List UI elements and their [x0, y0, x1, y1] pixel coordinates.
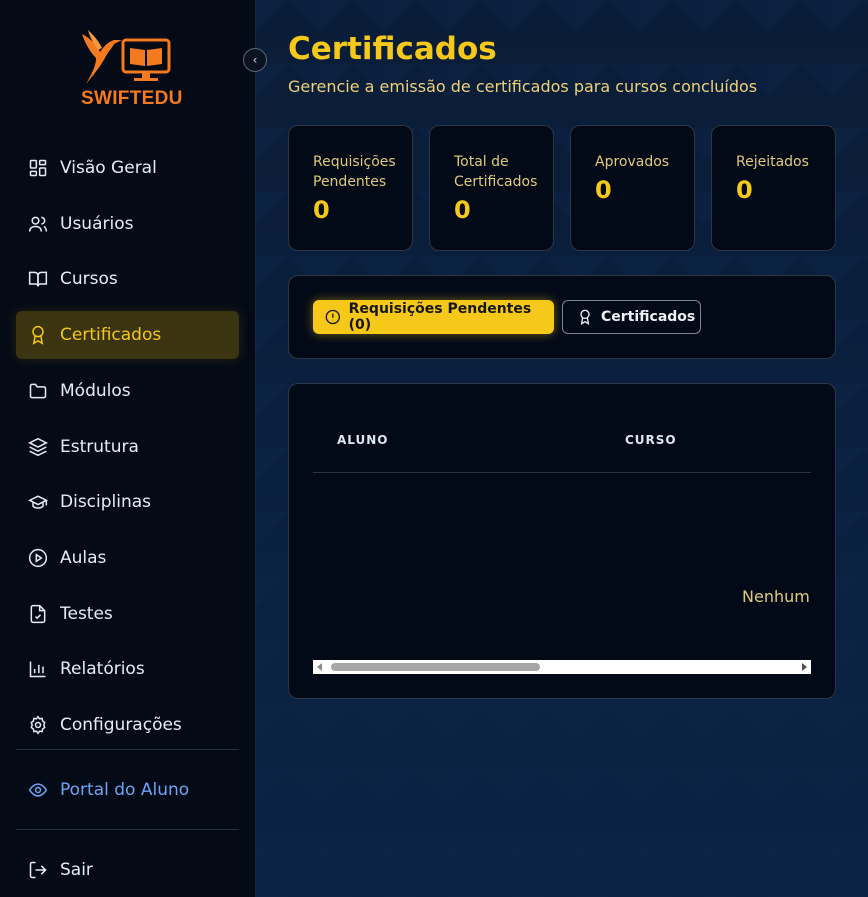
- sidebar-item-configuracoes[interactable]: Configurações: [16, 701, 239, 749]
- stat-card-total: Total de Certificados 0: [429, 125, 554, 251]
- stat-card-rejected: Rejeitados 0: [711, 125, 836, 251]
- page-title: Certificados: [288, 31, 497, 67]
- sidebar-item-disciplinas[interactable]: Disciplinas: [16, 478, 239, 526]
- stat-card-approved: Aprovados 0: [570, 125, 695, 251]
- stat-label: Aprovados: [595, 154, 670, 170]
- play-circle-icon: [28, 548, 48, 568]
- sidebar-item-label: Aulas: [60, 548, 107, 568]
- graduation-cap-icon: [28, 495, 48, 509]
- main-content: Certificados Gerencie a emissão de certi…: [256, 0, 868, 897]
- brand-name: SWIFTEDU: [81, 88, 183, 109]
- scroll-right-arrow-icon[interactable]: [802, 663, 807, 671]
- requests-table: ALUNO CURSO Nenhum: [288, 383, 836, 699]
- tab-pending-requests[interactable]: Requisições Pendentes (0): [313, 300, 554, 334]
- tab-certificates[interactable]: Certificados: [562, 300, 701, 334]
- book-open-icon: [28, 271, 48, 287]
- bar-chart-icon: [29, 661, 46, 678]
- eye-icon: [28, 783, 48, 797]
- sidebar-item-relatorios[interactable]: Relatórios: [16, 645, 239, 693]
- empty-state-text: Nenhum: [742, 587, 810, 606]
- sidebar-item-cursos[interactable]: Cursos: [16, 255, 239, 303]
- sidebar-divider: [16, 829, 239, 830]
- brand-logo[interactable]: SWIFTEDU: [78, 28, 182, 112]
- sidebar-item-label: Estrutura: [60, 437, 139, 457]
- tab-label: Certificados: [601, 309, 696, 325]
- logout-button[interactable]: Sair: [16, 846, 239, 894]
- scrollbar-thumb[interactable]: [331, 663, 540, 671]
- stat-card-pending: Requisições Pendentes 0: [288, 125, 413, 251]
- sidebar: SWIFTEDU Visão Geral Usuários Cursos Cer…: [0, 0, 256, 897]
- sidebar-item-label: Relatórios: [60, 659, 145, 679]
- alert-circle-icon: [325, 309, 341, 325]
- sidebar-item-label: Visão Geral: [60, 158, 157, 178]
- sidebar-item-label: Cursos: [60, 269, 118, 289]
- sidebar-item-usuarios[interactable]: Usuários: [16, 200, 239, 248]
- sidebar-item-testes[interactable]: Testes: [16, 590, 239, 638]
- sidebar-divider: [16, 749, 239, 750]
- sidebar-item-label: Configurações: [60, 715, 182, 735]
- stat-value: 0: [454, 196, 471, 224]
- horizontal-scrollbar[interactable]: [313, 660, 811, 674]
- portal-do-aluno-link[interactable]: Portal do Aluno: [16, 766, 239, 814]
- stat-value: 0: [313, 196, 330, 224]
- layers-icon: [28, 437, 48, 457]
- stat-label: Requisições Pendentes: [313, 154, 396, 190]
- gear-icon: [30, 715, 46, 735]
- grid-icon: [29, 159, 47, 177]
- table-header-divider: [313, 472, 811, 473]
- sidebar-item-label: Módulos: [60, 381, 131, 401]
- sidebar-item-label: Certificados: [60, 325, 162, 345]
- logout-icon: [29, 861, 47, 879]
- stat-value: 0: [736, 176, 753, 204]
- sidebar-collapse-button[interactable]: ‹: [243, 48, 267, 72]
- sidebar-item-label: Disciplinas: [60, 492, 152, 512]
- sidebar-item-label: Testes: [60, 604, 113, 624]
- tabs-card: Requisições Pendentes (0) Certificados: [288, 275, 836, 359]
- scroll-left-arrow-icon[interactable]: [317, 663, 322, 671]
- portal-label: Portal do Aluno: [60, 780, 190, 800]
- users-icon: [28, 216, 48, 232]
- sidebar-item-label: Usuários: [60, 214, 134, 234]
- folder-icon: [29, 383, 47, 399]
- column-header-curso[interactable]: CURSO: [625, 433, 677, 447]
- award-icon: [32, 325, 44, 345]
- sidebar-item-estrutura[interactable]: Estrutura: [16, 423, 239, 471]
- award-icon: [580, 309, 590, 325]
- sidebar-item-certificados[interactable]: Certificados: [16, 311, 239, 359]
- sidebar-item-aulas[interactable]: Aulas: [16, 534, 239, 582]
- file-check-icon: [30, 604, 46, 624]
- tab-label: Requisições Pendentes (0): [348, 301, 532, 333]
- stat-label: Rejeitados: [736, 154, 809, 170]
- hummingbird-monitor-icon: [82, 30, 171, 84]
- chevron-left-icon: ‹: [252, 53, 258, 67]
- logout-label: Sair: [60, 860, 93, 880]
- stat-label: Total de Certificados: [454, 154, 538, 190]
- column-header-aluno[interactable]: ALUNO: [337, 433, 389, 447]
- stat-value: 0: [595, 176, 612, 204]
- page-subtitle: Gerencie a emissão de certificados para …: [288, 77, 758, 96]
- sidebar-item-visao-geral[interactable]: Visão Geral: [16, 144, 239, 192]
- sidebar-item-modulos[interactable]: Módulos: [16, 367, 239, 415]
